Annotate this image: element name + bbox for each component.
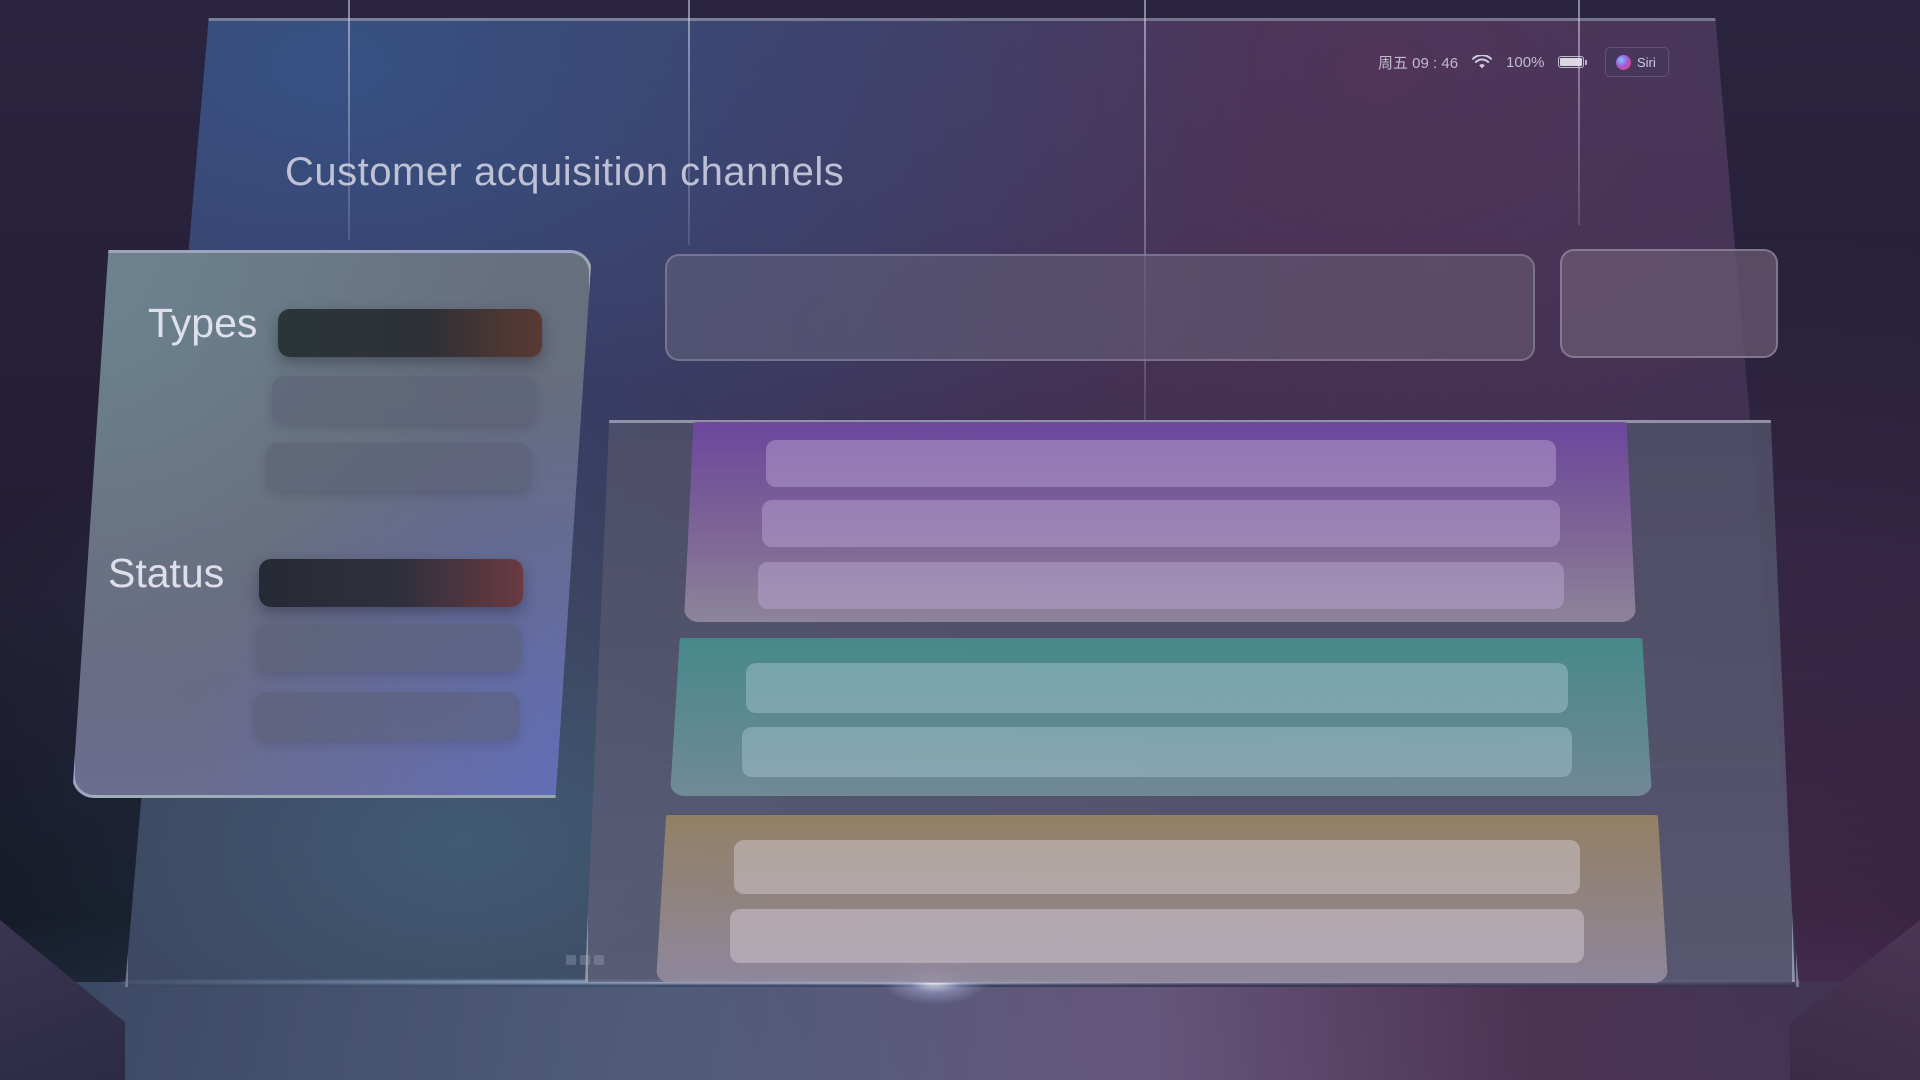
battery-full-icon <box>1558 56 1588 68</box>
datetime: 周五 09 : 46 <box>1378 54 1459 72</box>
page-dot[interactable] <box>566 955 576 965</box>
action-button[interactable] <box>1560 249 1778 358</box>
list-item[interactable] <box>730 909 1584 963</box>
siri-button[interactable]: Siri <box>1605 47 1669 77</box>
list-item[interactable] <box>746 663 1568 713</box>
types-option-3[interactable] <box>266 443 530 491</box>
screen: 周五 09 : 46 100% Siri Customer acquisitio… <box>0 0 1920 1080</box>
list-item[interactable] <box>766 440 1556 487</box>
battery-percent: 100% <box>1506 53 1545 71</box>
list-item[interactable] <box>758 562 1564 609</box>
wifi-icon <box>1472 54 1493 69</box>
search-bar[interactable] <box>665 254 1535 361</box>
list-item[interactable] <box>762 500 1560 547</box>
decor-line <box>688 0 690 245</box>
page-title: Customer acquisition channels <box>285 150 845 194</box>
status-bar: 周五 09 : 46 100% <box>1378 50 1588 74</box>
page-dot[interactable] <box>594 955 604 965</box>
page-indicator <box>566 955 604 965</box>
status-option-1[interactable] <box>259 559 523 607</box>
siri-orb-icon <box>1616 54 1631 70</box>
siri-label: Siri <box>1637 54 1656 70</box>
types-option-1[interactable] <box>278 309 542 357</box>
list-item[interactable] <box>734 840 1580 894</box>
status-label: Status <box>108 550 225 596</box>
status-option-2[interactable] <box>257 624 521 672</box>
types-label: Types <box>148 300 258 346</box>
list-item[interactable] <box>742 727 1572 777</box>
decor-line <box>1578 0 1580 225</box>
types-option-2[interactable] <box>272 376 536 424</box>
page-dot[interactable] <box>580 955 590 965</box>
status-option-3[interactable] <box>255 692 519 740</box>
decor-line <box>348 0 350 240</box>
